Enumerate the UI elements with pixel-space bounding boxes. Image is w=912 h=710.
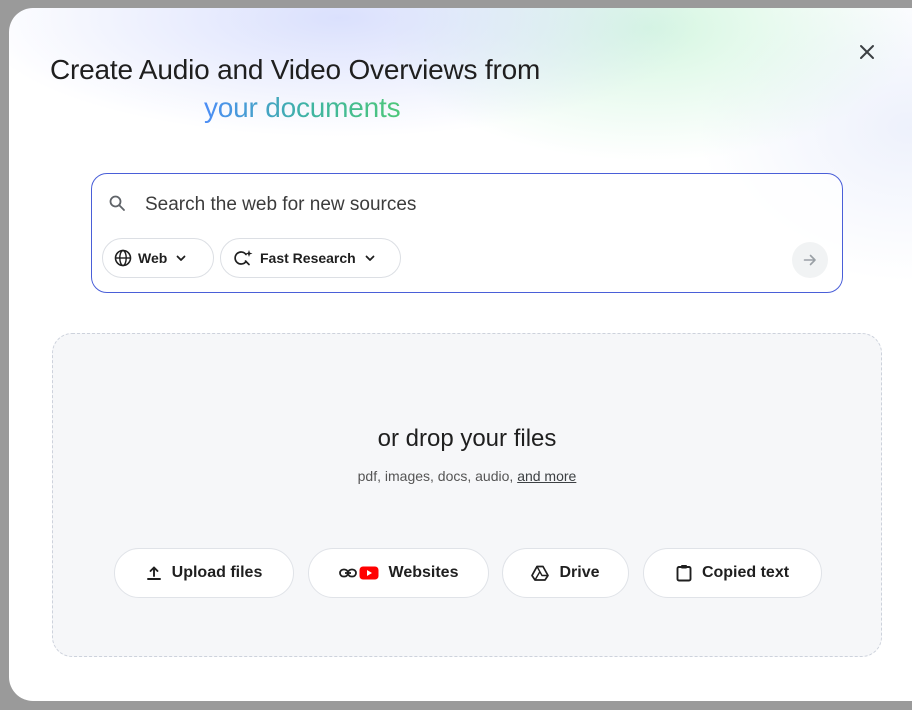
websites-label: Websites (388, 564, 459, 581)
add-sources-dialog: Create Audio and Video Overviews from yo… (9, 8, 912, 701)
submit-search-button[interactable] (792, 242, 828, 278)
dialog-title: Create Audio and Video Overviews from (50, 54, 541, 85)
dialog-title-highlight: your documents (204, 92, 401, 123)
drop-zone-subtitle: pdf, images, docs, audio, and more (53, 468, 881, 484)
research-mode-dropdown[interactable]: Fast Research (220, 238, 401, 278)
drive-button[interactable]: Drive (502, 548, 629, 598)
search-input[interactable] (145, 190, 745, 220)
more-types-link[interactable]: and more (517, 468, 576, 484)
upload-files-button[interactable]: Upload files (114, 548, 294, 598)
chevron-down-icon (175, 252, 187, 264)
copied-text-label: Copied text (701, 564, 790, 581)
websites-button[interactable]: Websites (308, 548, 489, 598)
source-type-dropdown[interactable]: Web (102, 238, 214, 278)
drop-zone-title: or drop your files (377, 425, 557, 452)
file-drop-zone[interactable]: or drop your files pdf, images, docs, au… (52, 333, 882, 657)
close-icon (860, 45, 874, 59)
supported-types-text: pdf, images, docs, audio, (357, 468, 518, 484)
source-type-label: Web (138, 250, 168, 266)
upload-files-label: Upload files (171, 564, 263, 581)
chevron-down-icon (364, 252, 376, 264)
research-mode-label: Fast Research (260, 250, 356, 266)
youtube-icon (359, 566, 379, 580)
search-icon (109, 195, 125, 211)
clipboard-icon (676, 564, 692, 582)
upload-icon (146, 565, 162, 581)
arrow-right-icon (803, 254, 816, 266)
drive-icon (531, 565, 550, 581)
copied-text-button[interactable]: Copied text (643, 548, 822, 598)
sparkle-search-icon (234, 249, 254, 267)
web-search-box: Web Fast Research (91, 173, 843, 293)
link-icon (338, 567, 357, 579)
drive-label: Drive (559, 564, 600, 581)
globe-icon (114, 249, 132, 267)
close-button[interactable] (853, 38, 881, 66)
